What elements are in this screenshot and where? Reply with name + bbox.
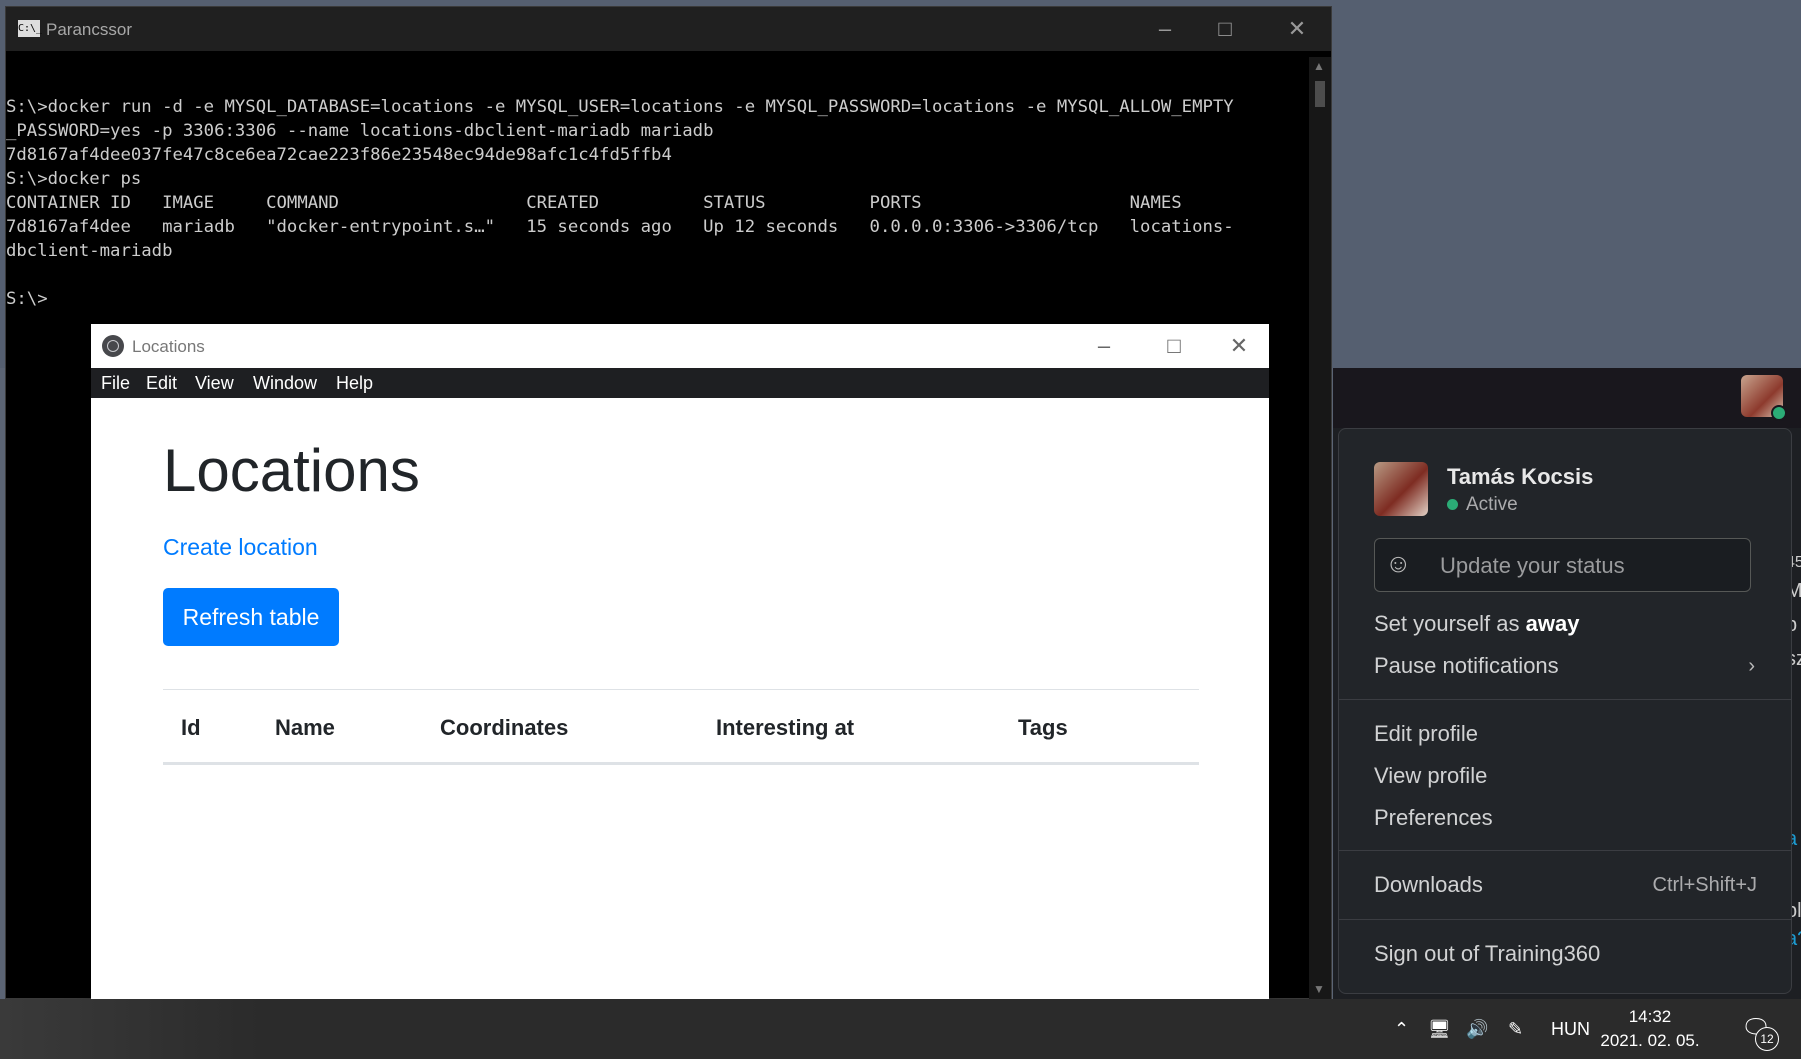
locations-app-window[interactable]: Locations – □ ✕ File Edit View Window He… [91, 324, 1269, 999]
console-line: 7d8167af4dee037fe47c8ce6ea72cae223f86e23… [6, 145, 672, 165]
console-scrollbar[interactable]: ▲ ▼ [1309, 57, 1331, 1000]
minimize-button[interactable]: – [1135, 7, 1195, 51]
presence-dot-icon [1447, 499, 1458, 511]
edit-profile-menu-item[interactable]: Edit profile [1374, 721, 1478, 747]
console-title: Parancssor [46, 20, 132, 39]
console-line: dbclient-mariadb [6, 241, 173, 261]
locations-table: Id Name Coordinates Interesting at Tags [163, 689, 1199, 765]
slack-top-bar [1333, 368, 1801, 428]
set-away-menu-item[interactable]: Set yourself as away [1374, 611, 1579, 637]
app-window-title: Locations [132, 337, 205, 356]
downloads-shortcut: Ctrl+Shift+J [1652, 874, 1757, 896]
menu-window[interactable]: Window [253, 373, 317, 394]
console-line: S:\>docker ps [6, 169, 142, 189]
console-line: 7d8167af4dee mariadb "docker-entrypoint.… [6, 217, 1234, 237]
presence-status: Active [1447, 494, 1518, 516]
pause-notifications-menu-item[interactable]: Pause notifications [1374, 653, 1756, 679]
avatar [1374, 462, 1428, 516]
scroll-down-icon[interactable]: ▼ [1313, 982, 1325, 996]
scroll-thumb[interactable] [1315, 81, 1325, 107]
volume-icon[interactable]: 🔊 [1466, 999, 1488, 1059]
set-away-bold-label: away [1525, 611, 1580, 636]
smiley-icon: ☺ [1385, 548, 1412, 578]
electron-logo-icon [102, 335, 124, 357]
console-line: ​ [6, 263, 1302, 287]
console-title-bar[interactable]: C:\_ Parancssor – □ ✕ [6, 7, 1331, 51]
network-icon[interactable]: 🖥 [1428, 999, 1451, 1059]
scroll-up-icon[interactable]: ▲ [1313, 59, 1325, 73]
close-button[interactable]: ✕ [1267, 7, 1327, 51]
update-status-input[interactable]: ☺ Update your status [1374, 538, 1751, 592]
taskbar-left-area [0, 999, 260, 1059]
console-output[interactable]: S:\>docker run -d -e MYSQL_DATABASE=loca… [6, 71, 1302, 359]
app-title-bar[interactable]: Locations – □ ✕ [91, 324, 1269, 368]
column-header-coordinates: Coordinates [440, 715, 569, 740]
clock-date: 2021. 02. 05. [1600, 1031, 1700, 1050]
column-header-name: Name [275, 715, 335, 740]
menu-divider [1339, 850, 1791, 851]
presence-dot-icon [1771, 405, 1787, 421]
close-button[interactable]: ✕ [1209, 324, 1269, 368]
menu-file[interactable]: File [101, 373, 130, 394]
column-header-interesting-at: Interesting at [716, 715, 855, 740]
pause-notifications-label: Pause notifications [1374, 653, 1559, 678]
column-header-tags: Tags [1018, 715, 1068, 740]
user-name: Tamás Kocsis [1447, 464, 1594, 489]
slack-user-avatar-button[interactable] [1741, 375, 1787, 421]
console-line: S:\>docker run -d -e MYSQL_DATABASE=loca… [6, 97, 1234, 117]
minimize-button[interactable]: – [1074, 324, 1134, 368]
page-title: Locations [163, 437, 420, 504]
menu-help[interactable]: Help [336, 373, 373, 394]
table-header-row: Id Name Coordinates Interesting at Tags [163, 690, 1199, 765]
downloads-menu-item[interactable]: Downloads [1374, 872, 1483, 898]
clock-time: 14:32 [1628, 1007, 1672, 1026]
cmd-icon: C:\_ [18, 20, 42, 37]
clock[interactable]: 14:32 2021. 02. 05. [1600, 1005, 1700, 1053]
view-profile-menu-item[interactable]: View profile [1374, 763, 1487, 789]
console-line: CONTAINER ID IMAGE COMMAND CREATED STATU… [6, 193, 1182, 213]
maximize-button[interactable]: □ [1144, 324, 1204, 368]
status-placeholder: Update your status [1440, 553, 1625, 578]
notification-center-button[interactable]: 🗨 12 [1741, 1013, 1779, 1051]
menu-divider [1339, 919, 1791, 920]
menu-divider [1339, 699, 1791, 700]
preferences-menu-item[interactable]: Preferences [1374, 805, 1493, 831]
menu-edit[interactable]: Edit [146, 373, 177, 394]
pen-icon[interactable]: ✎ [1508, 999, 1523, 1059]
chevron-up-icon[interactable]: ⌃ [1394, 999, 1409, 1059]
presence-label: Active [1466, 494, 1518, 515]
console-line: _PASSWORD=yes -p 3306:3306 --name locati… [6, 121, 714, 141]
chevron-right-icon: › [1748, 655, 1755, 677]
app-menu-bar: File Edit View Window Help [91, 368, 1269, 398]
create-location-link[interactable]: Create location [163, 534, 318, 561]
taskbar: ⌃ 🖥 🔊 ✎ HUN 14:32 2021. 02. 05. 🗨 12 [0, 999, 1801, 1059]
language-indicator[interactable]: HUN [1551, 999, 1590, 1059]
sign-out-menu-item[interactable]: Sign out of Training360 [1374, 941, 1600, 967]
set-away-label: Set yourself as [1374, 611, 1526, 636]
maximize-button[interactable]: □ [1195, 7, 1255, 51]
refresh-table-button[interactable]: Refresh table [163, 588, 339, 646]
console-line: S:\> [6, 289, 48, 309]
column-header-id: Id [181, 715, 201, 740]
slack-user-menu: Tamás Kocsis Active ☺ Update your status… [1338, 428, 1792, 994]
notification-count-badge: 12 [1755, 1027, 1779, 1051]
menu-view[interactable]: View [195, 373, 234, 394]
